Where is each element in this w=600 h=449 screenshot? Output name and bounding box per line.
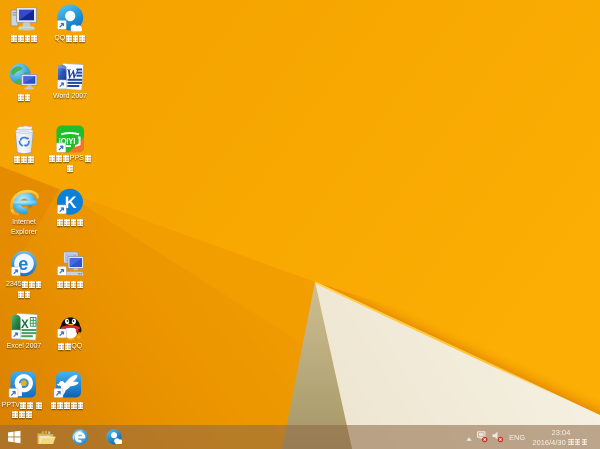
svg-text:K: K: [65, 194, 77, 212]
